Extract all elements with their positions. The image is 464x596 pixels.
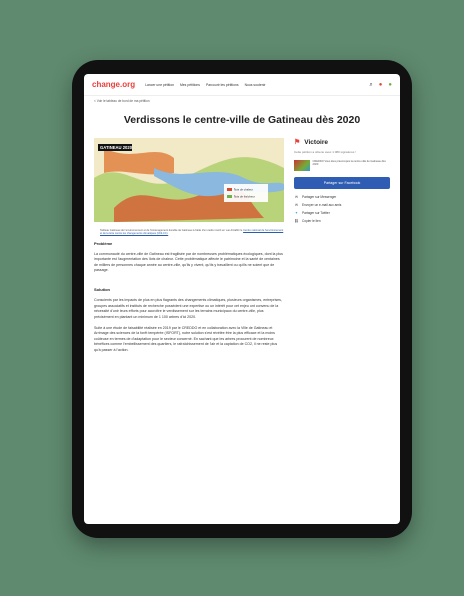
notifications-icon[interactable]: ● [379,82,383,88]
email-icon: ✉ [294,203,298,207]
nav-link-my-petitions[interactable]: Mes pétitions [180,83,200,87]
tablet-device: change.org Lancer une pétition Mes pétit… [72,60,412,538]
share-email-label: Envoyer un e-mail aux amis [302,203,342,207]
section-heading-solution: Solution [94,287,110,293]
top-navigation: change.org Lancer une pétition Mes pétit… [84,74,400,96]
share-preview: CREDDO Vous êtes préoccupés la centre-vi… [294,160,390,171]
facebook-share-button[interactable]: Partager sur Facebook [294,177,390,189]
map-overlay-label: GATINEAU 2020 [100,145,133,150]
change-org-logo[interactable]: change.org [92,80,135,89]
nav-link-support[interactable]: Nous soutenir [245,83,266,87]
share-thumbnail [294,160,310,171]
page-title: Verdissons le centre-ville de Gatineau d… [123,114,361,126]
map-legend-heat: Îlots de chaleur [233,187,253,192]
problem-paragraph: La communauté du centre-ville de Gatinea… [94,251,283,273]
share-twitter-link[interactable]: ✦ Partager sur Twitter [294,211,390,215]
main-column: GATINEAU 2020 Îlots de chaleur Îlots de … [94,138,284,359]
solution-paragraph-1: Conscients par les impacts de plus en pl… [94,298,282,319]
map-legend-cool: Îlots de fraîcheur [233,194,255,199]
avatar-icon[interactable]: ● [388,82,392,88]
share-twitter-label: Partager sur Twitter [302,211,330,215]
share-messenger-link[interactable]: ✉ Partager sur Messenger [294,195,390,199]
browser-screen: change.org Lancer une pétition Mes pétit… [84,74,400,524]
nav-link-browse[interactable]: Parcourir les pétitions [206,83,239,87]
nav-links: Lancer une pétition Mes pétitions Parcou… [145,83,369,87]
share-messenger-label: Partager sur Messenger [302,195,337,199]
copy-link-label: Copier le lien [302,219,321,223]
map-caption: Tableau Gatineau de l'environnement et d… [100,229,284,236]
twitter-icon: ✦ [294,211,298,215]
victory-badge: ⚑ Victoire [294,138,390,147]
sidebar: ⚑ Victoire Cette pétition a obtenu avec … [294,138,390,359]
content-area: GATINEAU 2020 Îlots de chaleur Îlots de … [84,138,400,359]
victory-label: Victoire [304,138,329,146]
flag-icon: ⚑ [294,139,301,146]
victory-text: Cette pétition a obtenu avec 1 080 signa… [294,150,357,154]
nav-link-start-petition[interactable]: Lancer une pétition [145,83,174,87]
heat-map-image: GATINEAU 2020 Îlots de chaleur Îlots de … [94,138,284,222]
share-preview-text: CREDDO Vous êtes préoccupés la centre-vi… [312,160,386,167]
solution-paragraph-2: Suite à une étude de faisabilité réalisé… [94,326,278,352]
breadcrumb[interactable]: < Voir le tableau de bord de ma pétition [84,96,400,106]
share-email-link[interactable]: ✉ Envoyer un e-mail aux amis [294,203,390,207]
search-icon[interactable]: ⌕ [369,82,372,88]
nav-icons: ⌕ ● ● [369,82,392,88]
link-icon: ⛓ [294,219,299,223]
section-heading-problem: Problème [94,240,113,246]
messenger-icon: ✉ [294,195,298,199]
copy-link[interactable]: ⛓ Copier le lien [294,219,390,223]
